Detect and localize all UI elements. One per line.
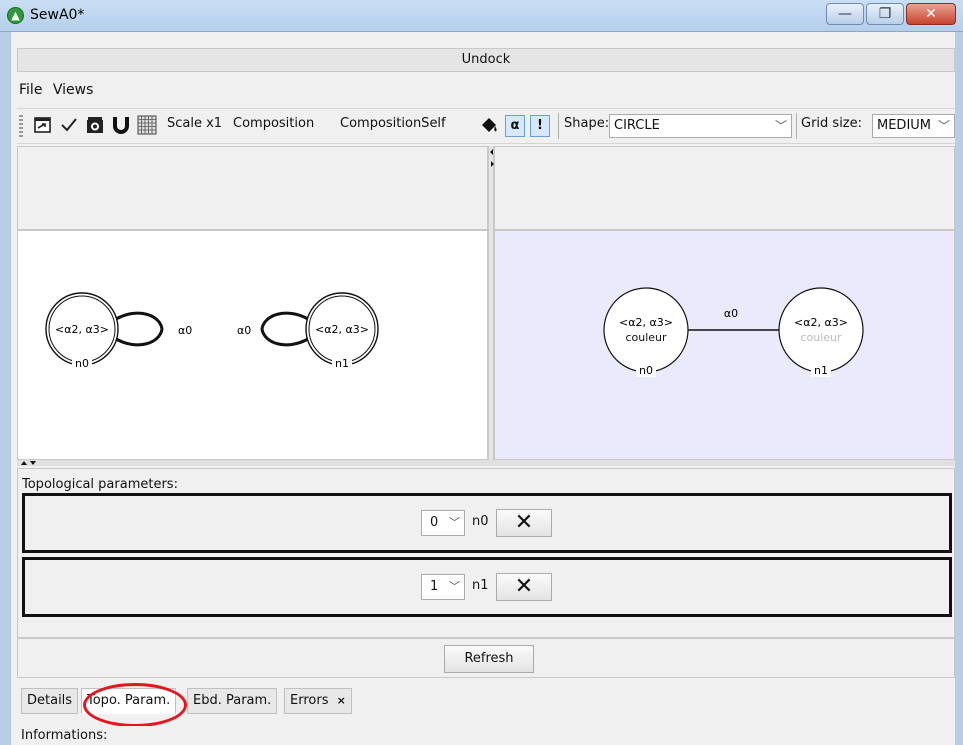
restore-icon: ❐ [878, 6, 892, 22]
toolbar-separator [558, 113, 559, 139]
right-n1-label: <α2, α3> [794, 316, 848, 329]
close-icon: ✕ [514, 574, 534, 599]
right-node-n0[interactable]: <α2, α3> couleur n0 [603, 287, 689, 377]
param-row: 0 ﹀ n0 ✕ [22, 493, 952, 553]
delete-param-button[interactable]: ✕ [496, 509, 552, 537]
toolbar-separator [796, 113, 797, 139]
chevron-down-icon: ﹀ [449, 516, 460, 529]
horizontal-splitter[interactable] [17, 460, 955, 466]
right-n0-sub: couleur [625, 331, 667, 344]
param-value-select[interactable]: 1 ﹀ [421, 574, 465, 600]
magnet-icon[interactable] [111, 115, 131, 135]
right-edge-label: α0 [724, 307, 738, 320]
menu-file[interactable]: File [19, 82, 42, 98]
toolbar-grip[interactable] [19, 115, 23, 137]
composition-button[interactable]: Composition [233, 116, 314, 131]
chevron-down-icon: ﹀ [774, 119, 787, 133]
menu-bar: File Views [19, 82, 99, 104]
close-icon: ✕ [514, 510, 534, 535]
splitter-arrows-icon[interactable] [19, 460, 39, 466]
left-loop-n0-label: α0 [178, 324, 192, 337]
toolbar: Scale x1 Composition CompositionSelf α !… [17, 108, 955, 144]
window-frame-left [0, 32, 11, 745]
camera-icon[interactable] [85, 115, 105, 135]
tab-topo-param[interactable]: Topo. Param. [81, 688, 177, 714]
scale-button[interactable]: Scale x1 [167, 116, 222, 131]
shape-select[interactable]: CIRCLE ﹀ [609, 114, 792, 138]
undock-button[interactable]: Undock [17, 48, 955, 72]
bang-toggle-button[interactable]: ! [530, 115, 550, 137]
right-n0-name: n0 [639, 364, 653, 377]
left-n1-label: <α2, α3> [315, 323, 369, 336]
left-loop-n1-label: α0 [237, 324, 251, 337]
export-icon[interactable] [33, 115, 53, 135]
left-top-pane [17, 146, 488, 230]
menu-views[interactable]: Views [53, 82, 94, 98]
chevron-down-icon: ﹀ [937, 119, 950, 133]
left-graph-canvas[interactable]: <α2, α3> n0 α0 α0 <α2, α3> n1 [17, 230, 488, 460]
app-logo-icon: ▲ [7, 7, 24, 24]
tab-errors-label: Errors [290, 693, 329, 708]
close-icon: ✕ [925, 6, 937, 22]
topological-parameters-panel: Topological parameters: 0 ﹀ n0 ✕ 1 ﹀ n1 … [17, 468, 955, 638]
right-n1-name: n1 [814, 364, 828, 377]
left-n0-label: <α2, α3> [55, 323, 109, 336]
right-n0-label: <α2, α3> [619, 316, 673, 329]
window-title: SewA0* [30, 7, 85, 23]
window-frame-right [955, 32, 963, 745]
maximize-button[interactable]: ❐ [866, 3, 904, 25]
bottom-tabs: Details Topo. Param. Ebd. Param. Errors … [17, 686, 955, 716]
left-graph: <α2, α3> n0 α0 α0 <α2, α3> n1 [45, 292, 379, 370]
tab-errors[interactable]: Errors × [284, 688, 352, 714]
param-value-select[interactable]: 0 ﹀ [421, 510, 465, 536]
minimize-button[interactable]: — [826, 3, 864, 25]
right-top-pane [494, 146, 955, 230]
refresh-bar: Refresh [17, 638, 955, 678]
close-button[interactable]: ✕ [906, 3, 956, 25]
tab-ebd-param[interactable]: Ebd. Param. [187, 688, 278, 714]
left-loop-n1[interactable] [260, 311, 309, 347]
delete-param-button[interactable]: ✕ [496, 573, 552, 601]
refresh-button[interactable]: Refresh [444, 645, 534, 673]
informations-label: Informations: [21, 726, 955, 745]
left-node-n0[interactable]: <α2, α3> n0 [45, 292, 119, 370]
check-icon[interactable] [59, 115, 79, 135]
topological-parameters-title: Topological parameters: [22, 477, 178, 492]
param-value: 0 [430, 515, 439, 530]
grid-size-label: Grid size: [801, 116, 863, 131]
right-graph-canvas[interactable]: α0 <α2, α3> couleur n0 <α2, α3> couleur … [494, 230, 955, 460]
title-bar: ▲ SewA0* — ❐ ✕ [0, 0, 963, 32]
tab-details[interactable]: Details [21, 688, 79, 714]
paint-bucket-icon[interactable] [479, 115, 499, 135]
left-node-n1[interactable]: <α2, α3> n1 [305, 292, 379, 370]
shape-label: Shape: [564, 116, 610, 131]
param-node-name: n1 [472, 578, 489, 593]
alpha-toggle-button[interactable]: α [505, 115, 525, 137]
grid-size-select[interactable]: MEDIUM ﹀ [872, 114, 955, 138]
right-node-n1[interactable]: <α2, α3> couleur n1 [778, 287, 864, 377]
left-n0-name: n0 [75, 357, 89, 370]
chevron-down-icon: ﹀ [449, 580, 460, 593]
grid-icon[interactable] [137, 115, 157, 135]
param-row: 1 ﹀ n1 ✕ [22, 557, 952, 617]
left-loop-n0[interactable] [115, 311, 164, 347]
right-n1-sub: couleur [800, 331, 842, 344]
tab-close-icon[interactable]: × [337, 694, 346, 707]
param-value: 1 [430, 579, 439, 594]
composition-self-button[interactable]: CompositionSelf [340, 116, 446, 131]
right-graph: α0 <α2, α3> couleur n0 <α2, α3> couleur … [603, 287, 864, 377]
param-node-name: n0 [472, 514, 489, 529]
main-content: Undock File Views Scale x1 Composition C… [11, 32, 955, 745]
grid-size-value: MEDIUM [877, 118, 932, 133]
left-n1-name: n1 [335, 357, 349, 370]
shape-select-value: CIRCLE [614, 118, 660, 133]
minimize-icon: — [838, 6, 852, 22]
